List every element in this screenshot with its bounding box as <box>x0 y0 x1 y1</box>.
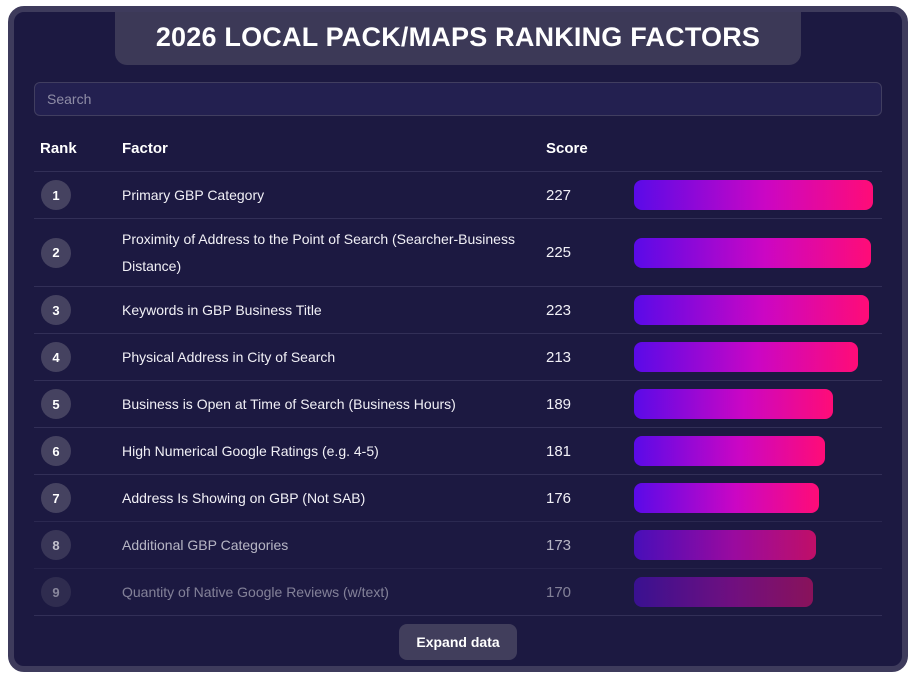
score-value: 227 <box>546 187 634 204</box>
score-value: 189 <box>546 396 634 413</box>
factor-label: Address Is Showing on GBP (Not SAB) <box>122 485 546 512</box>
rank-badge: 3 <box>41 295 71 325</box>
table-row: 8 Additional GBP Categories 173 <box>34 521 882 568</box>
table-row: 7 Address Is Showing on GBP (Not SAB) 17… <box>34 474 882 521</box>
score-value: 173 <box>546 537 634 554</box>
rank-badge: 2 <box>41 238 71 268</box>
table-row: 9 Quantity of Native Google Reviews (w/t… <box>34 568 882 615</box>
table-row: 1 Primary GBP Category 227 <box>34 171 882 218</box>
score-bar <box>634 389 833 419</box>
table-row: 2 Proximity of Address to the Point of S… <box>34 218 882 286</box>
search-input[interactable] <box>34 82 882 116</box>
score-value: 213 <box>546 349 634 366</box>
factors-table: Rank Factor Score 1 Primary GBP Category… <box>34 122 882 615</box>
score-value: 170 <box>546 584 634 601</box>
score-bar <box>634 436 825 466</box>
factor-label: Quantity of Native Google Reviews (w/tex… <box>122 579 546 606</box>
rank-badge: 4 <box>41 342 71 372</box>
title-tab: 2026 LOCAL PACK/MAPS RANKING FACTORS <box>115 12 801 65</box>
rank-badge: 7 <box>41 483 71 513</box>
rank-badge: 9 <box>41 577 71 607</box>
table-row: 3 Keywords in GBP Business Title 223 <box>34 286 882 333</box>
score-bar <box>634 180 873 210</box>
factor-label: Additional GBP Categories <box>122 532 546 559</box>
score-bar <box>634 530 816 560</box>
expand-data-button[interactable]: Expand data <box>399 624 516 660</box>
table-row: 4 Physical Address in City of Search 213 <box>34 333 882 380</box>
factor-label: High Numerical Google Ratings (e.g. 4-5) <box>122 438 546 465</box>
table-row: 5 Business is Open at Time of Search (Bu… <box>34 380 882 427</box>
score-value: 176 <box>546 490 634 507</box>
score-bar <box>634 238 871 268</box>
search-bar <box>34 82 882 116</box>
factor-label: Physical Address in City of Search <box>122 344 546 371</box>
factor-label: Primary GBP Category <box>122 182 546 209</box>
column-header-score: Score <box>546 140 634 157</box>
score-bar <box>634 295 869 325</box>
score-bar <box>634 577 813 607</box>
ranking-factors-card: 2026 LOCAL PACK/MAPS RANKING FACTORS Ran… <box>8 6 908 672</box>
factor-label: Business is Open at Time of Search (Busi… <box>122 391 546 418</box>
rank-badge: 6 <box>41 436 71 466</box>
column-header-factor: Factor <box>122 140 546 157</box>
score-bar <box>634 483 819 513</box>
table-row: 6 High Numerical Google Ratings (e.g. 4-… <box>34 427 882 474</box>
rank-badge: 8 <box>41 530 71 560</box>
table-header-row: Rank Factor Score <box>34 122 882 171</box>
rank-badge: 5 <box>41 389 71 419</box>
score-value: 223 <box>546 302 634 319</box>
score-value: 225 <box>546 244 634 261</box>
table-body: 1 Primary GBP Category 227 2 Proximity o… <box>34 171 882 615</box>
column-header-rank: Rank <box>34 140 122 157</box>
score-bar <box>634 342 858 372</box>
table-footer: Expand data <box>34 615 882 660</box>
rank-badge: 1 <box>41 180 71 210</box>
score-value: 181 <box>546 443 634 460</box>
page-title: 2026 LOCAL PACK/MAPS RANKING FACTORS <box>123 22 793 53</box>
factor-label: Proximity of Address to the Point of Sea… <box>122 226 546 279</box>
factor-label: Keywords in GBP Business Title <box>122 297 546 324</box>
